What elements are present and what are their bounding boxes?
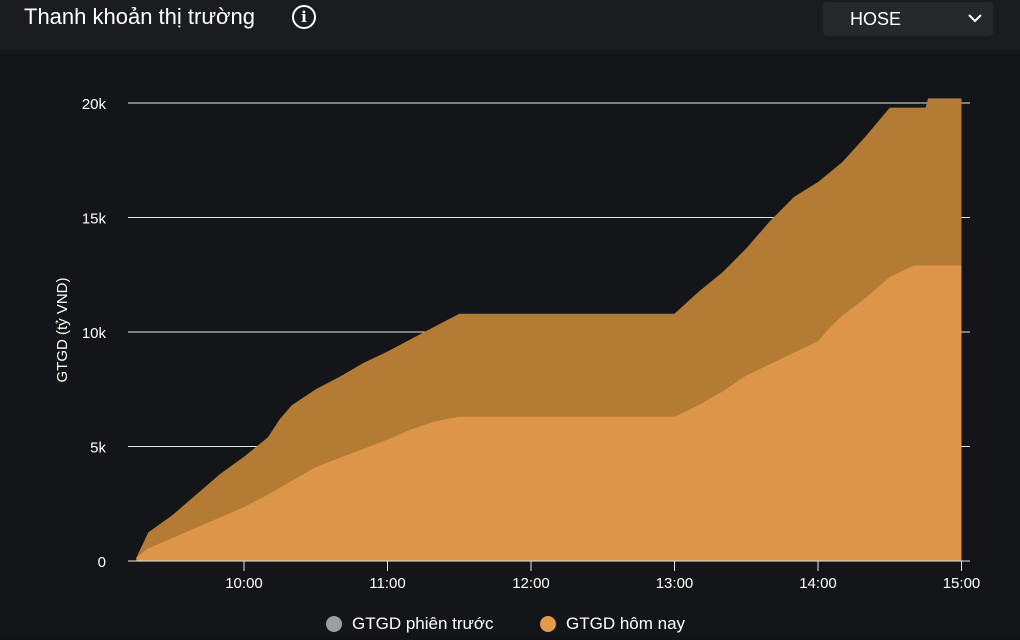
x-tick-label: 13:00 [656, 575, 694, 592]
y-tick-label: 10k [82, 325, 107, 342]
chart-canvas: 0 5k 10k 15k 20k 10:00 11:00 12:00 13:00 14:00 15:… [54, 96, 981, 592]
liquidity-chart: 0 5k 10k 15k 20k 10:00 11:00 12:00 13:00 14:00 15:… [0, 50, 1020, 635]
exchange-select[interactable]: HOSE [823, 2, 993, 36]
header-bar: Thanh khoản thị trường i HOSE [0, 0, 1020, 50]
legend-dot-today [540, 616, 556, 632]
legend-label-today: GTGD hôm nay [566, 614, 686, 633]
x-tick-label: 15:00 [943, 575, 981, 592]
y-tick-label: 0 [98, 554, 106, 571]
y-tick-label: 15k [82, 211, 107, 228]
legend-label-previous: GTGD phiên trước [352, 614, 494, 633]
x-tick-label: 11:00 [369, 575, 405, 592]
legend-item-previous[interactable]: GTGD phiên trước [326, 614, 494, 634]
y-tick-label: 5k [90, 440, 106, 457]
legend: GTGD phiên trước GTGD hôm nay [0, 614, 1020, 635]
exchange-select-value: HOSE [850, 9, 902, 29]
y-tick-label: 20k [82, 96, 107, 113]
y-axis-label: GTGD (tỷ VND) [54, 278, 71, 383]
legend-item-today[interactable]: GTGD hôm nay [540, 614, 685, 634]
chevron-down-icon [968, 14, 982, 23]
info-icon[interactable]: i [292, 5, 316, 29]
page-title: Thanh khoản thị trường [24, 4, 255, 29]
x-tick-label: 14:00 [799, 575, 837, 592]
x-tick-label: 10:00 [225, 575, 263, 592]
series-layer [136, 98, 962, 562]
legend-dot-previous [326, 616, 342, 632]
x-tick-label: 12:00 [512, 575, 550, 592]
